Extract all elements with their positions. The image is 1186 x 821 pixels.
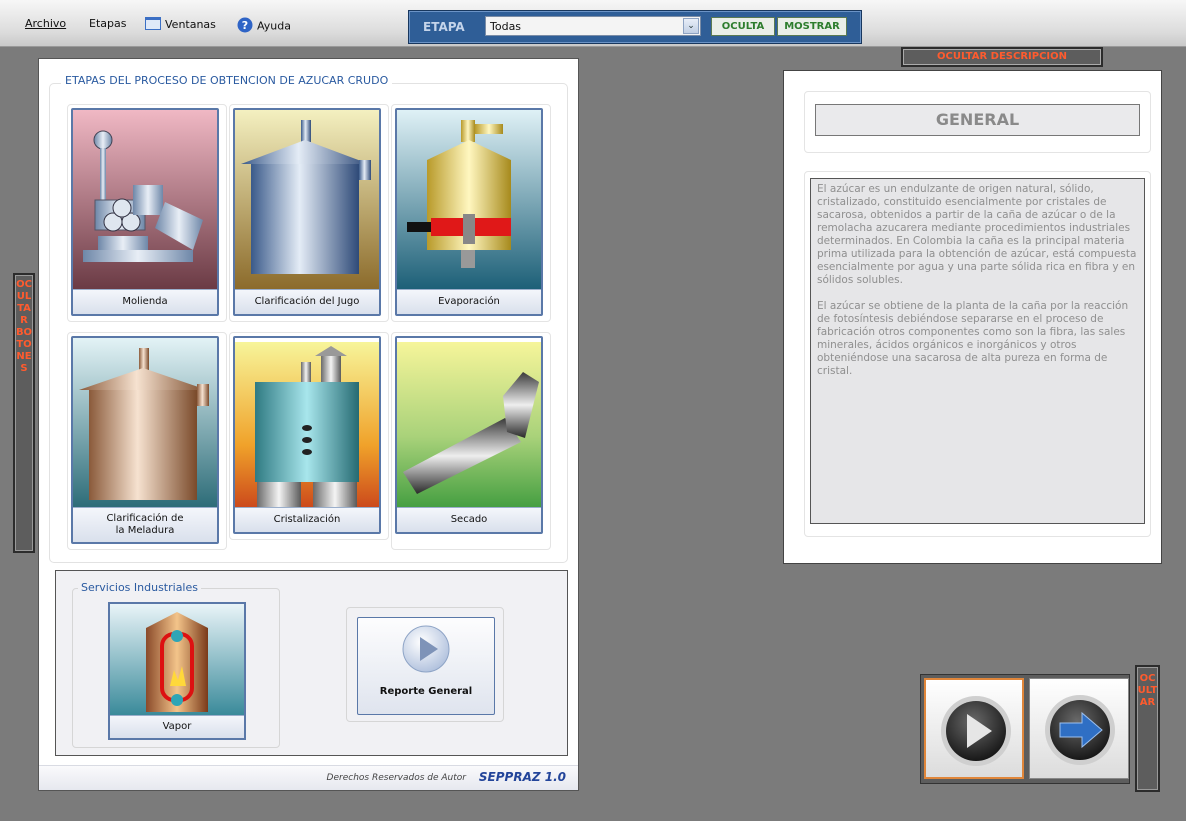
crystallizer-icon <box>235 342 379 514</box>
general-group: GENERAL <box>804 91 1151 153</box>
services-title: Servicios Industriales <box>78 581 201 594</box>
main-panel: ETAPAS DEL PROCESO DE OBTENCION DE AZUCA… <box>38 58 579 791</box>
hide-buttons-toggle[interactable]: OCULTAR BOTONES <box>13 273 35 553</box>
etapa-label: ETAPA <box>423 20 465 34</box>
stage-cell-clarificacion-jugo: Clarificación del Jugo <box>229 104 389 322</box>
stage-button-evaporacion[interactable]: Evaporación <box>395 108 543 316</box>
stage-button-cristalizacion[interactable]: Cristalización <box>233 336 381 534</box>
description-paragraph: El azúcar se obtiene de la planta de la … <box>817 300 1129 377</box>
etapa-select[interactable]: Todas ⌄ <box>485 16 701 36</box>
help-icon: ? <box>237 17 253 36</box>
clarifier-icon <box>73 338 217 510</box>
stage-button-molienda[interactable]: Molienda <box>71 108 219 316</box>
menu-ayuda-label: Ayuda <box>257 19 291 33</box>
hide-description-button[interactable]: OCULTAR DESCRIPCION <box>901 47 1103 67</box>
stage-cell-clarificacion-meladura: Clarificación de la Meladura <box>67 332 227 550</box>
services-panel: Servicios Industriales Vapor Reporte Gen… <box>55 570 568 756</box>
play-icon <box>402 625 450 673</box>
report-button[interactable]: Reporte General <box>357 617 495 715</box>
stage-cell-molienda: Molienda <box>67 104 227 322</box>
windows-icon <box>145 17 161 33</box>
boiler-icon <box>110 604 244 715</box>
menu-ayuda[interactable]: ? Ayuda <box>237 17 291 36</box>
hide-navigation-toggle[interactable]: OCULTAR <box>1135 665 1160 792</box>
menu-archivo-label: Archivo <box>25 17 67 30</box>
stage-button-clarificacion-jugo[interactable]: Clarificación del Jugo <box>233 108 381 316</box>
stage-label-molienda: Molienda <box>73 289 217 314</box>
menu-bar: Archivo Etapas Ventanas ? Ayuda ETAPA Tod… <box>0 0 1186 47</box>
etapa-toolbar: ETAPA Todas ⌄ OCULTA MOSTRAR <box>408 10 862 44</box>
menu-archivo[interactable]: Archivo <box>25 17 66 30</box>
stage-label-clarificacion-jugo: Clarificación del Jugo <box>235 289 379 314</box>
app-version: SEPPRAZ 1.0 <box>478 770 566 784</box>
navigation-panel <box>920 674 1130 784</box>
svg-text:?: ? <box>242 19 248 32</box>
dryer-icon <box>397 342 541 514</box>
oculta-button[interactable]: OCULTA <box>711 17 775 36</box>
description-title: GENERAL <box>815 104 1140 136</box>
footer: Derechos Reservados de Autor SEPPRAZ 1.0 <box>39 765 578 790</box>
evaporator-icon <box>397 110 541 290</box>
arrow-right-icon <box>1045 695 1115 765</box>
stage-label-secado: Secado <box>397 507 541 532</box>
menu-ventanas[interactable]: Ventanas <box>145 17 216 33</box>
clarifier-icon <box>235 110 379 290</box>
play-icon <box>941 696 1011 766</box>
next-button[interactable] <box>1029 678 1129 779</box>
menu-etapas[interactable]: Etapas <box>89 17 126 30</box>
menu-ventanas-label: Ventanas <box>165 18 216 31</box>
stage-label-evaporacion: Evaporación <box>397 289 541 314</box>
stages-title: ETAPAS DEL PROCESO DE OBTENCION DE AZUCA… <box>61 74 393 87</box>
play-button[interactable] <box>924 678 1024 779</box>
description-panel: GENERAL El azúcar es un endulzante de or… <box>783 70 1162 564</box>
chevron-down-icon[interactable]: ⌄ <box>683 18 699 34</box>
menu-etapas-label: Etapas <box>89 17 127 30</box>
description-text: El azúcar es un endulzante de origen nat… <box>810 178 1145 524</box>
stage-cell-evaporacion: Evaporación <box>391 104 551 322</box>
description-group: El azúcar es un endulzante de origen nat… <box>804 171 1151 537</box>
report-label: Reporte General <box>379 686 473 697</box>
stage-cell-cristalizacion: Cristalización <box>229 332 389 540</box>
mostrar-button[interactable]: MOSTRAR <box>777 17 847 36</box>
stage-button-clarificacion-meladura[interactable]: Clarificación de la Meladura <box>71 336 219 544</box>
stage-button-secado[interactable]: Secado <box>395 336 543 534</box>
etapa-select-value: Todas <box>490 20 522 33</box>
stage-cell-secado: Secado <box>391 332 551 550</box>
vapor-label: Vapor <box>110 715 244 738</box>
mill-icon <box>73 110 217 290</box>
stage-label-clarificacion-meladura: Clarificación de la Meladura <box>73 507 217 542</box>
description-paragraph: El azúcar es un endulzante de origen nat… <box>817 183 1137 286</box>
copyright-text: Derechos Reservados de Autor <box>326 773 466 783</box>
stage-label-cristalizacion: Cristalización <box>235 507 379 532</box>
vapor-button[interactable]: Vapor <box>108 602 246 740</box>
